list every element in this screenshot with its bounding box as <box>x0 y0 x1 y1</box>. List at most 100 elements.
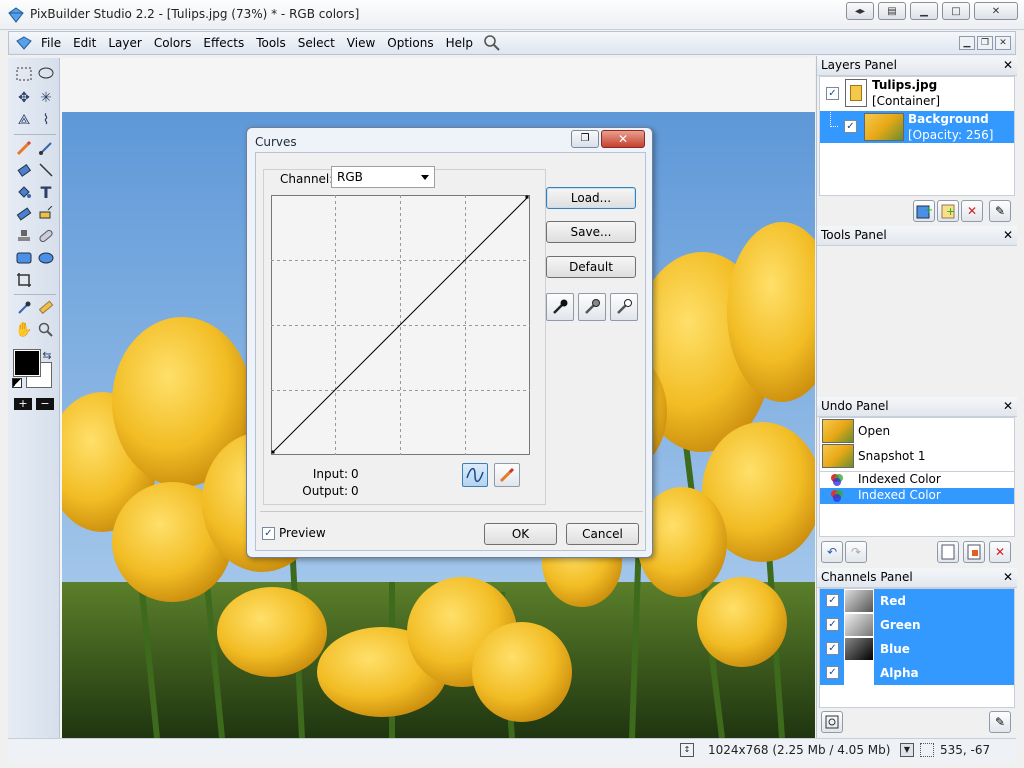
doc-minimize-button[interactable]: ▁ <box>959 36 975 50</box>
gradient-icon[interactable] <box>14 204 34 224</box>
menu-app-icon[interactable] <box>13 34 35 52</box>
magnetic-lasso-icon[interactable]: ⌇ <box>36 110 56 130</box>
ellipse-shape-icon[interactable] <box>36 248 56 268</box>
text-icon[interactable]: T <box>36 182 56 202</box>
menu-colors[interactable]: Colors <box>148 32 198 54</box>
heal-icon[interactable] <box>36 226 56 246</box>
add-layer-icon[interactable]: + <box>937 200 959 222</box>
ok-button[interactable]: OK <box>484 523 557 545</box>
layer-visibility-checkbox[interactable]: ✓ <box>826 87 839 100</box>
menu-view[interactable]: View <box>341 32 381 54</box>
freehand-pencil-icon[interactable] <box>494 463 520 487</box>
smooth-curve-icon[interactable] <box>462 463 488 487</box>
close-button[interactable]: ✕ <box>974 2 1018 20</box>
channel-row[interactable]: ✓ Green <box>820 613 1014 637</box>
undo-item[interactable]: Open <box>820 418 1014 444</box>
layer-visibility-checkbox[interactable]: ✓ <box>844 120 857 133</box>
crop-icon[interactable] <box>14 270 34 290</box>
reset-colors-icon[interactable] <box>12 378 22 388</box>
bucket-fill-icon[interactable] <box>14 182 34 202</box>
undo-item[interactable]: Indexed Color <box>820 488 1014 504</box>
right-panels: Layers Panel ✕ ✓ Tulips.jpg [Container] … <box>816 56 1017 738</box>
zoom-in-button[interactable]: + <box>14 398 32 410</box>
doc-close-button[interactable]: ✕ <box>995 36 1011 50</box>
search-icon[interactable] <box>483 34 501 52</box>
app-diamond-icon <box>8 7 24 23</box>
zoom-icon[interactable] <box>36 320 56 340</box>
layers-panel-close-icon[interactable]: ✕ <box>1003 56 1013 75</box>
curve-point[interactable] <box>271 450 275 454</box>
move-icon[interactable]: ✥ <box>14 88 34 108</box>
delete-layer-icon[interactable]: ✕ <box>961 200 983 222</box>
clone-stamp-icon[interactable] <box>14 226 34 246</box>
channel-visibility-checkbox[interactable]: ✓ <box>826 642 839 655</box>
dialog-restore-icon[interactable]: ❐ <box>571 130 599 148</box>
load-button[interactable]: Load... <box>546 187 636 209</box>
dropdown-icon[interactable]: ▼ <box>900 743 914 757</box>
new-snapshot-icon[interactable] <box>937 541 959 563</box>
magic-wand-icon[interactable]: ✳ <box>36 88 56 108</box>
hand-icon[interactable]: ✋ <box>14 320 34 340</box>
white-eyedropper-icon[interactable] <box>610 293 638 321</box>
panels-icon[interactable]: ▤ <box>878 2 906 20</box>
eraser-icon[interactable] <box>14 160 34 180</box>
zoom-out-button[interactable]: − <box>36 398 54 410</box>
undo-panel-close-icon[interactable]: ✕ <box>1003 397 1013 416</box>
channel-row[interactable]: ✓ Red <box>820 589 1014 613</box>
menu-effects[interactable]: Effects <box>197 32 250 54</box>
measure-icon[interactable] <box>36 298 56 318</box>
black-eyedropper-icon[interactable] <box>546 293 574 321</box>
eyedropper-icon[interactable] <box>14 298 34 318</box>
swap-colors-icon[interactable]: ⇆ <box>40 348 54 362</box>
default-button[interactable]: Default <box>546 256 636 278</box>
new-layer-icon[interactable]: + <box>913 200 935 222</box>
dialog-close-button[interactable]: ✕ <box>601 130 645 148</box>
menu-help[interactable]: Help <box>440 32 479 54</box>
polygon-lasso-icon[interactable]: ⟁ <box>14 110 34 130</box>
undo-item[interactable]: Indexed Color <box>820 471 1014 487</box>
curve-graph[interactable] <box>271 195 530 455</box>
undo-item[interactable]: Snapshot 1 <box>820 443 1014 469</box>
preview-checkbox[interactable]: ✓ <box>262 526 275 540</box>
channel-row[interactable]: ✓ Blue <box>820 637 1014 661</box>
doc-restore-button[interactable]: ❐ <box>977 36 993 50</box>
curve-point[interactable] <box>525 195 529 199</box>
brush-icon[interactable] <box>36 138 56 158</box>
menu-file[interactable]: File <box>35 32 67 54</box>
dock-toggle-icon[interactable]: ◂▸ <box>846 2 874 20</box>
menu-layer[interactable]: Layer <box>102 32 147 54</box>
channel-visibility-checkbox[interactable]: ✓ <box>826 666 839 679</box>
layer-properties-icon[interactable]: ✎ <box>989 200 1011 222</box>
channel-visibility-checkbox[interactable]: ✓ <box>826 618 839 631</box>
redo-icon[interactable]: ↷ <box>845 541 867 563</box>
menu-options[interactable]: Options <box>381 32 439 54</box>
foreground-color-swatch[interactable] <box>13 349 41 377</box>
menu-tools[interactable]: Tools <box>250 32 292 54</box>
channel-visibility-checkbox[interactable]: ✓ <box>826 594 839 607</box>
maximize-button[interactable]: □ <box>942 2 970 20</box>
preview-option[interactable]: ✓ Preview <box>262 526 326 540</box>
undo-icon[interactable]: ↶ <box>821 541 843 563</box>
gray-eyedropper-icon[interactable] <box>578 293 606 321</box>
channel-row[interactable]: ✓ Alpha <box>820 661 1014 685</box>
channel-selection-icon[interactable] <box>821 711 843 733</box>
save-button[interactable]: Save... <box>546 221 636 243</box>
new-document-icon[interactable] <box>963 541 985 563</box>
tools-panel-close-icon[interactable]: ✕ <box>1003 226 1013 245</box>
channel-select[interactable]: RGB <box>331 166 435 188</box>
menu-select[interactable]: Select <box>292 32 341 54</box>
delete-history-icon[interactable]: ✕ <box>989 541 1011 563</box>
lasso-icon[interactable] <box>36 64 56 84</box>
pencil-icon[interactable] <box>14 138 34 158</box>
channel-edit-icon[interactable]: ✎ <box>989 711 1011 733</box>
rectangle-shape-icon[interactable] <box>14 248 34 268</box>
minimize-button[interactable]: ▁ <box>910 2 938 20</box>
layer-row[interactable]: ✓ Background [Opacity: 256] <box>820 107 1014 143</box>
smudge-icon[interactable] <box>36 204 56 224</box>
channels-panel-close-icon[interactable]: ✕ <box>1003 568 1013 587</box>
line-icon[interactable] <box>36 160 56 180</box>
menu-edit[interactable]: Edit <box>67 32 102 54</box>
rect-select-icon[interactable] <box>14 64 34 84</box>
layer-row[interactable]: ✓ Tulips.jpg [Container] <box>820 77 1014 111</box>
cancel-button[interactable]: Cancel <box>566 523 639 545</box>
